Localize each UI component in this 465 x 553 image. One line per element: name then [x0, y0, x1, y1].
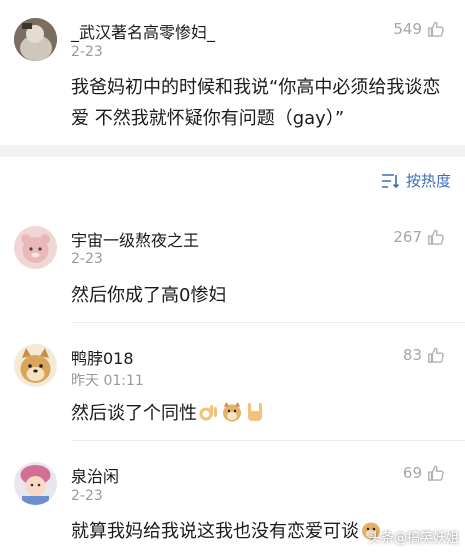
like-count: 83 — [402, 346, 422, 364]
timestamp: 2-23 — [71, 44, 103, 60]
avatar-image — [14, 344, 57, 387]
comment-text-content: 然后谈了个同性 — [71, 403, 197, 424]
avatar[interactable] — [14, 344, 57, 387]
sort-button[interactable]: 按热度 — [380, 170, 451, 191]
comment-text-content: 就算我妈给我说这我也没有恋爱可谈 — [71, 521, 359, 542]
thumbs-up-icon — [428, 465, 444, 481]
ok-hand-emoji-icon — [199, 405, 217, 421]
watermark: 头条@搞笑妖姐 — [368, 531, 460, 546]
comment-separator — [71, 440, 465, 441]
username[interactable]: _武汉著名高零惨妇_ — [71, 19, 215, 43]
avatar-image — [14, 18, 57, 61]
sort-label: 按热度 — [405, 172, 451, 190]
comment-text: 然后你成了高0惨妇 — [71, 285, 227, 306]
username[interactable]: 鸭脖018 — [71, 345, 134, 369]
like-button[interactable]: 83 — [403, 346, 445, 364]
thumbs-up-icon — [428, 229, 444, 245]
comment-text: 我爸妈初中的时候和我说“你高中必须给我谈恋爱 不然我就怀疑你有问题（gay）” — [71, 77, 441, 129]
like-button[interactable]: 69 — [403, 464, 445, 482]
like-count: 267 — [393, 228, 422, 246]
like-button[interactable]: 267 — [393, 228, 445, 246]
avatar-image — [14, 462, 57, 505]
like-count: 69 — [402, 464, 422, 482]
thumbs-up-icon — [428, 347, 444, 363]
like-button[interactable]: 549 — [393, 20, 445, 38]
comment-separator — [71, 322, 465, 323]
sort-icon — [381, 173, 400, 188]
comment-text: 然后谈了个同性 — [71, 398, 455, 429]
section-divider — [0, 145, 465, 157]
avatar-image — [14, 226, 57, 269]
avatar[interactable] — [14, 18, 57, 61]
username[interactable]: 泉治闲 — [71, 463, 119, 487]
username[interactable]: 宇宙一级熬夜之王 — [71, 227, 199, 251]
timestamp: 2-23 — [71, 488, 103, 504]
thumbs-up-icon — [428, 21, 444, 37]
timestamp: 2-23 — [71, 251, 103, 267]
like-count: 549 — [393, 20, 422, 38]
avatar[interactable] — [14, 226, 57, 269]
avatar[interactable] — [14, 462, 57, 505]
rock-hand-emoji-icon — [248, 403, 262, 421]
timestamp: 昨天 01:11 — [71, 373, 144, 389]
doge-emoji-icon — [223, 402, 241, 422]
